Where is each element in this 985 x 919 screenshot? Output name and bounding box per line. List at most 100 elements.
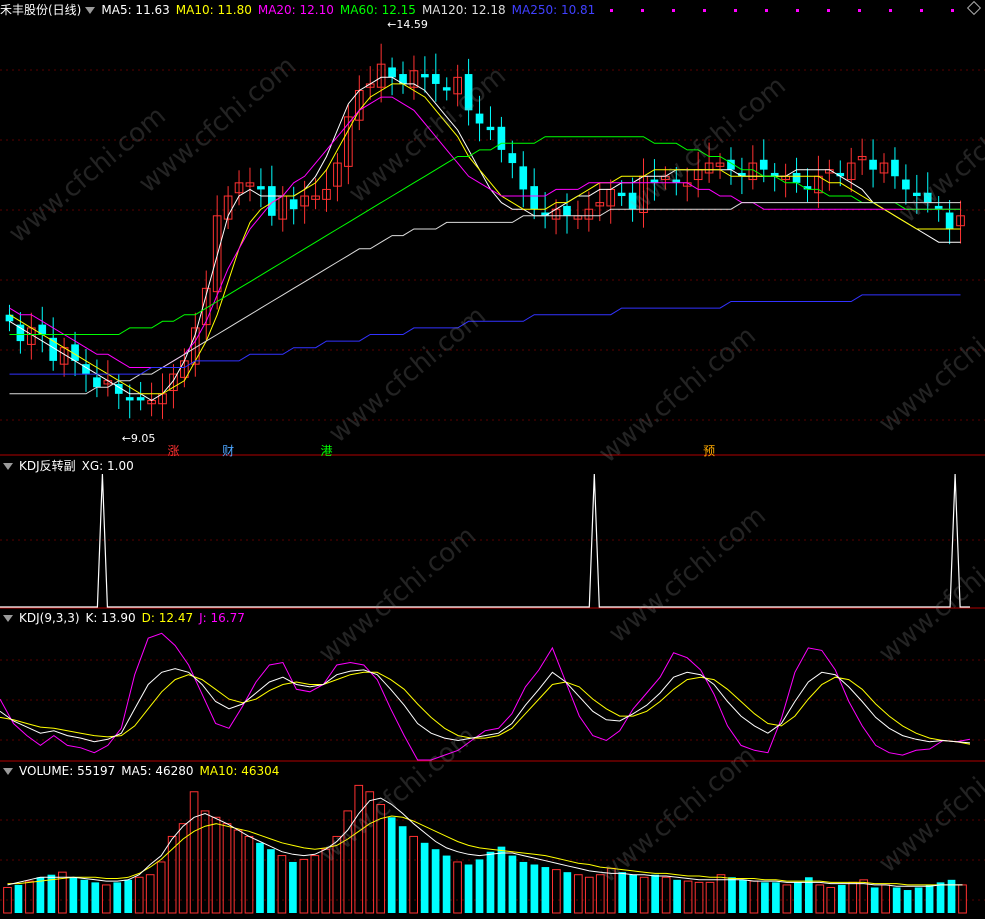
- candle-body-down: [530, 186, 539, 210]
- volume-bar-up: [244, 835, 254, 914]
- top-marker-dot: [889, 9, 892, 12]
- volume-bar-down: [69, 877, 78, 913]
- ma-line-ma120: [9, 202, 961, 395]
- volume-bar-up: [749, 880, 759, 914]
- candle-body-down: [464, 74, 473, 111]
- top-marker-dot: [920, 9, 923, 12]
- candle-body-down: [945, 212, 954, 229]
- volume-bar-up: [782, 884, 792, 914]
- volume-bar-down: [289, 861, 297, 913]
- volume-bar-up: [958, 884, 967, 914]
- volume-bar-up: [705, 881, 715, 914]
- volume-bar-up: [299, 858, 309, 914]
- stock-name[interactable]: 禾丰股份(日线): [0, 3, 81, 17]
- volume-bar-up: [573, 874, 583, 914]
- volume-bar-down: [91, 882, 100, 913]
- volume-bar-down: [651, 874, 659, 913]
- volume-bar-down: [563, 872, 572, 913]
- top-marker-dot: [858, 9, 861, 12]
- candle-body-down: [388, 67, 396, 78]
- volume-bar-down: [761, 882, 769, 913]
- candle-body-down: [770, 172, 779, 177]
- volume-bar-up: [595, 874, 605, 914]
- ma10-legend: MA10: 11.80: [175, 3, 252, 17]
- event-marker: 港: [320, 444, 332, 458]
- volume-bar-up: [354, 784, 364, 914]
- volume-bar-up: [365, 791, 375, 914]
- volume-bar-down: [36, 877, 45, 913]
- kdj-j-line: [0, 632, 971, 761]
- candle-body-down: [923, 192, 932, 203]
- ma60-legend: MA60: 12.15: [339, 3, 416, 17]
- volume-bar-down: [80, 879, 89, 913]
- volume-header: VOLUME: 55197 MA5: 46280 MA10: 46304: [0, 763, 285, 779]
- volume-bar-up: [167, 835, 177, 914]
- candle-body-down: [257, 186, 265, 190]
- volume-bar-up: [409, 835, 418, 914]
- candle-body-down: [508, 153, 517, 164]
- xg-value: XG: 1.00: [81, 459, 134, 473]
- panel-collapse-icon[interactable]: [3, 615, 13, 622]
- volume-bar-up: [211, 816, 221, 914]
- volume-bar-down: [673, 879, 681, 913]
- kdj-d-value: D: 12.47: [141, 611, 194, 625]
- volume-bar-down: [892, 887, 901, 913]
- volume-title[interactable]: VOLUME: 55197: [19, 764, 115, 778]
- candle-body-down: [475, 113, 484, 124]
- ma-line-ma60: [9, 136, 961, 335]
- chart-stage: ←14.59 ←9.05 涨 财 港 预 禾丰股份(日线) MA5: 11.63 MA10: …: [0, 0, 985, 915]
- volume-bar-down: [431, 849, 440, 913]
- ma-line-ma5: [9, 76, 961, 401]
- volume-bar-down: [387, 817, 396, 913]
- volume-bar-down: [618, 872, 627, 913]
- volume-bar-up: [683, 880, 693, 914]
- candle-body-down: [486, 126, 495, 131]
- volume-bar-up: [376, 804, 386, 914]
- ma-line-ma20: [9, 96, 961, 368]
- volume-bar-up: [277, 855, 287, 914]
- volume-bar-down: [464, 864, 473, 913]
- volume-bar-down: [508, 855, 517, 913]
- candle-body-down: [289, 199, 298, 210]
- volume-bar-down: [541, 867, 550, 913]
- volume-bar-up: [716, 874, 726, 914]
- volume-bar-down: [925, 884, 934, 913]
- ma-line-ma250: [9, 294, 961, 375]
- kdj-title[interactable]: KDJ(9,3,3): [19, 611, 80, 625]
- volume-ma5-line: [7, 797, 963, 887]
- volume-bar-down: [837, 884, 846, 913]
- top-marker-dot: [796, 9, 799, 12]
- volume-bar-up: [881, 884, 891, 914]
- volume-bar-up: [639, 876, 649, 914]
- volume-ma10-value: MA10: 46304: [199, 764, 280, 778]
- candle-body-down: [869, 159, 877, 170]
- volume-bar-down: [398, 826, 407, 913]
- volume-bar-up: [145, 874, 155, 914]
- volume-bar-down: [936, 882, 945, 913]
- panel-collapse-icon[interactable]: [3, 463, 13, 470]
- volume-bar-up: [233, 829, 243, 914]
- dropdown-icon[interactable]: [85, 7, 96, 14]
- volume-bar-down: [14, 884, 23, 913]
- candle-body-down: [628, 192, 637, 210]
- top-marker-dot: [610, 9, 613, 12]
- volume-bar-down: [772, 882, 780, 913]
- volume-bar-down: [256, 842, 264, 913]
- ma20-legend: MA20: 12.10: [257, 3, 334, 17]
- candle-body-down: [792, 172, 801, 183]
- volume-bar-down: [739, 879, 747, 913]
- candle-body-down: [902, 179, 910, 190]
- panel-collapse-icon[interactable]: [3, 768, 13, 775]
- kdj-d-line: [0, 671, 971, 745]
- volume-bar-down: [629, 874, 638, 913]
- volume-bar-down: [420, 842, 429, 913]
- volume-bar-up: [134, 876, 144, 914]
- volume-bar-up: [606, 867, 616, 914]
- volume-bar-up: [453, 861, 462, 914]
- ma-line-ma10: [9, 83, 961, 395]
- volume-bar-down: [267, 849, 275, 913]
- top-marker-dot: [734, 9, 737, 12]
- volume-bar-up: [552, 869, 561, 914]
- kdj-reversal-title[interactable]: KDJ反转副: [19, 459, 76, 473]
- candle-body-down: [617, 192, 626, 197]
